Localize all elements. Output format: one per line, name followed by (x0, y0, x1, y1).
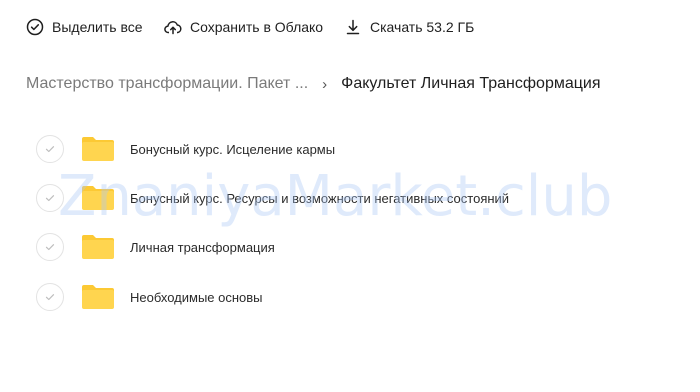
checkmark-icon (45, 294, 55, 301)
item-checkbox[interactable] (36, 135, 64, 163)
save-to-cloud-label: Сохранить в Облако (190, 19, 324, 35)
folder-icon (80, 283, 116, 311)
folder-icon (80, 233, 116, 261)
checkmark-icon (45, 146, 55, 153)
folder-icon (80, 135, 116, 163)
save-to-cloud-button[interactable]: Сохранить в Облако (164, 13, 323, 41)
select-all-button[interactable]: Выделить все (26, 13, 143, 41)
folder-name: Личная трансформация (130, 239, 275, 255)
toolbar: Выделить все Сохранить в Облако Скачать … (0, 0, 700, 54)
list-item[interactable]: Бонусный курс. Ресурсы и возможности нег… (0, 173, 700, 223)
checkmark-icon (45, 244, 55, 251)
cloud-upload-icon (164, 18, 182, 36)
item-checkbox[interactable] (36, 184, 64, 212)
folder-icon (80, 184, 116, 212)
list-item[interactable]: Необходимые основы (0, 272, 700, 322)
download-label: Скачать 53.2 ГБ (370, 19, 475, 35)
item-checkbox[interactable] (36, 233, 64, 261)
breadcrumb-current: Факультет Личная Трансформация (341, 75, 601, 92)
checkmark-icon (45, 195, 55, 202)
folder-name: Бонусный курс. Исцеление кармы (130, 141, 336, 157)
chevron-right-icon: › (322, 75, 328, 93)
list-item[interactable]: Личная трансформация (0, 222, 700, 272)
check-circle-icon (26, 18, 44, 36)
breadcrumb-parent-link[interactable]: Мастерство трансформации. Пакет ... (26, 75, 308, 93)
folder-name: Необходимые основы (130, 289, 263, 305)
select-all-label: Выделить все (52, 19, 143, 35)
list-item[interactable]: Бонусный курс. Исцеление кармы (0, 124, 700, 174)
folder-name: Бонусный курс. Ресурсы и возможности нег… (130, 190, 510, 206)
download-icon (344, 18, 362, 36)
breadcrumb: Мастерство трансформации. Пакет ... › Фа… (26, 72, 601, 96)
download-button[interactable]: Скачать 53.2 ГБ (344, 13, 474, 41)
item-checkbox[interactable] (36, 283, 64, 311)
